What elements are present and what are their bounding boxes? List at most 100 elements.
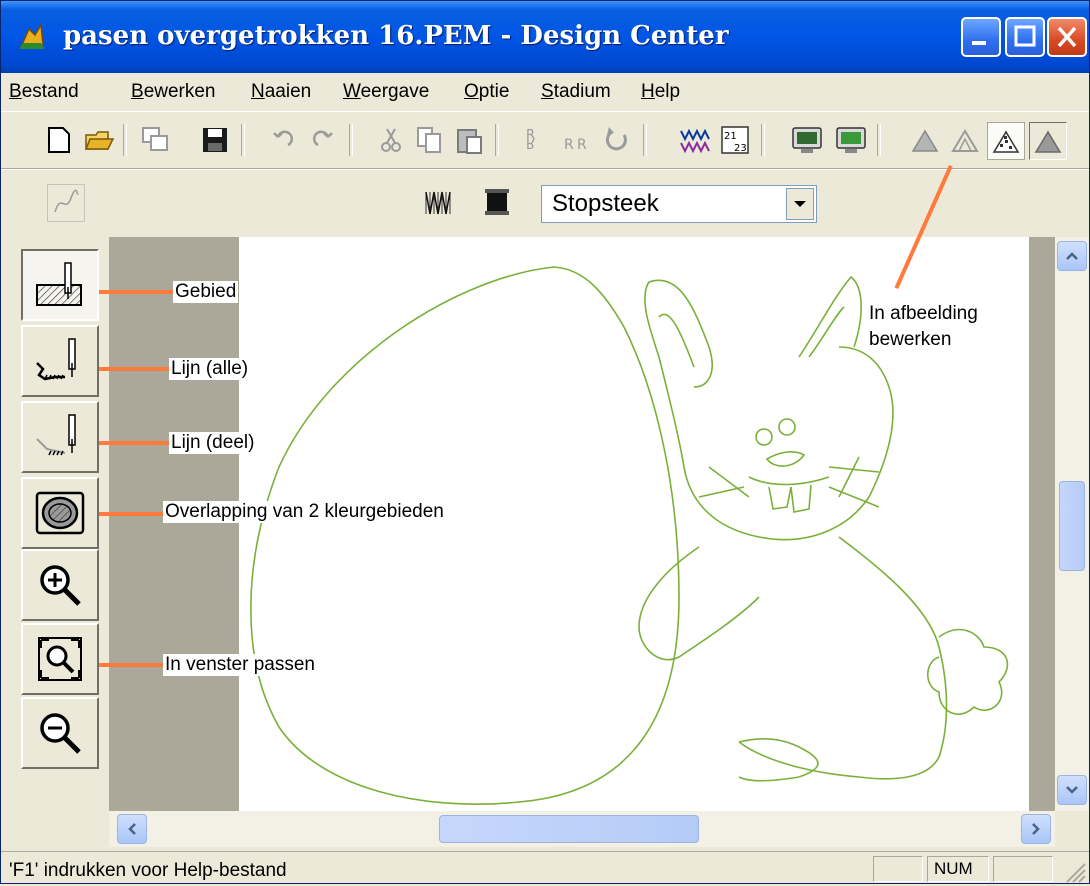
close-button[interactable] — [1047, 17, 1087, 57]
menu-bestand[interactable]: Bestand — [9, 81, 79, 103]
copy-window-button[interactable] — [137, 122, 173, 158]
dropdown-button[interactable] — [786, 188, 814, 220]
save-button[interactable] — [197, 122, 233, 158]
line-needle-part-icon — [36, 414, 76, 456]
annotation-lijn-alle: Lijn (alle) — [169, 358, 251, 380]
scroll-up-button[interactable] — [1057, 241, 1087, 271]
chevron-down-icon — [794, 201, 806, 207]
resize-grip-icon[interactable] — [1063, 860, 1087, 884]
app-window: pasen overgetrokken 16.PEM - Design Cent… — [0, 0, 1090, 884]
preview-button[interactable] — [789, 122, 825, 158]
main-toolbar: RR RR 21 23 — [1, 111, 1089, 169]
redo-icon — [313, 130, 333, 147]
menu-naaien[interactable]: Naaien — [251, 81, 311, 103]
new-file-icon — [48, 127, 70, 153]
annotation-line-overlapping — [99, 512, 165, 516]
rotate-button[interactable] — [599, 122, 635, 158]
flip-vertical-button[interactable]: RR — [519, 122, 555, 158]
flip-horizontal-button[interactable]: RR — [559, 122, 595, 158]
scroll-right-button[interactable] — [1021, 814, 1051, 844]
line-image-stage-button[interactable] — [947, 122, 983, 158]
monitor-preview-icon — [792, 127, 822, 153]
copy-button[interactable] — [411, 122, 447, 158]
horizontal-scroll-thumb[interactable] — [439, 815, 699, 843]
stitch-order-button[interactable]: 21 23 — [717, 122, 753, 158]
svg-text:R: R — [526, 135, 535, 150]
zoom-in-button[interactable] — [21, 549, 99, 621]
paste-button[interactable] — [451, 122, 487, 158]
pattern-stage-icon — [1034, 130, 1062, 153]
fit-window-icon — [38, 637, 82, 681]
annotation-line-lijn-alle — [99, 367, 171, 371]
region-sew-type-button[interactable] — [421, 184, 457, 220]
fit-window-button[interactable] — [21, 623, 99, 695]
status-panel-scroll — [993, 856, 1053, 882]
stitch-setting-button[interactable] — [677, 122, 713, 158]
menu-optie[interactable]: Optie — [464, 81, 509, 103]
image-stage-button[interactable] — [907, 122, 943, 158]
menu-bewerken[interactable]: Bewerken — [131, 81, 216, 103]
edit-image-button[interactable] — [987, 122, 1025, 160]
new-button[interactable] — [41, 122, 77, 158]
vertical-scroll-thumb[interactable] — [1059, 481, 1085, 571]
thread-color-button[interactable] — [479, 184, 515, 220]
realistic-preview-button[interactable] — [833, 122, 869, 158]
menu-help[interactable]: Help — [641, 81, 680, 103]
menu-stadium[interactable]: Stadium — [541, 81, 611, 103]
status-num: NUM — [927, 856, 989, 882]
status-help-text: 'F1' indrukken voor Help-bestand — [9, 860, 287, 881]
undo-button[interactable] — [265, 122, 301, 158]
svg-text:21: 21 — [724, 131, 737, 142]
line-part-button[interactable] — [21, 401, 99, 473]
region-select-button[interactable] — [21, 249, 99, 321]
chevron-left-icon — [128, 823, 136, 835]
undo-icon — [273, 130, 293, 147]
annotation-lijn-deel: Lijn (deel) — [169, 432, 257, 454]
zigzag-stitch-icon — [425, 191, 451, 215]
region-needle-icon — [36, 262, 82, 306]
menu-weergave[interactable]: Weergave — [343, 81, 429, 103]
svg-text:R: R — [564, 137, 574, 153]
vertical-scrollbar[interactable] — [1055, 237, 1089, 811]
pattern-stage-button[interactable] — [1029, 122, 1067, 160]
zoom-out-button[interactable] — [21, 697, 99, 769]
maximize-button[interactable] — [1005, 17, 1045, 57]
open-button[interactable] — [81, 122, 117, 158]
flip-horizontal-icon: RR — [564, 137, 587, 153]
line-sewing-button[interactable] — [47, 184, 85, 222]
scroll-left-button[interactable] — [117, 814, 147, 844]
annotation-line-lijn-deel — [99, 441, 169, 445]
redo-button[interactable] — [305, 122, 341, 158]
chevron-down-icon — [1066, 786, 1078, 794]
line-image-stage-icon — [951, 129, 979, 152]
minimize-icon — [972, 41, 986, 45]
cut-button[interactable] — [373, 122, 409, 158]
annotation-venster: In venster passen — [163, 654, 317, 676]
design-canvas[interactable]: In afbeelding bewerken — [239, 165, 1029, 811]
status-panel-caps — [873, 856, 923, 882]
rotate-icon — [605, 127, 627, 151]
bunny-app-icon — [19, 22, 45, 49]
canvas-margin-right — [1029, 237, 1055, 811]
overlap-button[interactable] — [21, 477, 99, 549]
save-disk-icon — [203, 128, 227, 152]
horizontal-scrollbar[interactable] — [109, 811, 1055, 847]
chevron-right-icon — [1032, 823, 1040, 835]
annotation-gebied: Gebied — [173, 281, 239, 303]
flip-vertical-icon: RR — [526, 128, 535, 150]
line-all-button[interactable] — [21, 325, 99, 397]
paste-icon — [457, 129, 482, 154]
status-bar: 'F1' indrukken voor Help-bestand NUM — [1, 851, 1089, 886]
copy-window-icon — [142, 127, 168, 151]
title-bar[interactable]: pasen overgetrokken 16.PEM - Design Cent… — [1, 1, 1089, 73]
scroll-down-button[interactable] — [1057, 775, 1087, 805]
stitch-type-value: Stopsteek — [552, 190, 659, 217]
annotation-line-venster — [99, 663, 165, 667]
minimize-button[interactable] — [961, 17, 1001, 57]
zoom-in-icon — [40, 565, 81, 606]
annotation-bewerken: bewerken — [867, 329, 954, 351]
overlap-circle-icon — [35, 491, 85, 535]
stitch-type-select[interactable]: Stopsteek — [541, 185, 817, 223]
svg-text:23: 23 — [734, 143, 747, 154]
curve-line-icon — [54, 189, 79, 213]
